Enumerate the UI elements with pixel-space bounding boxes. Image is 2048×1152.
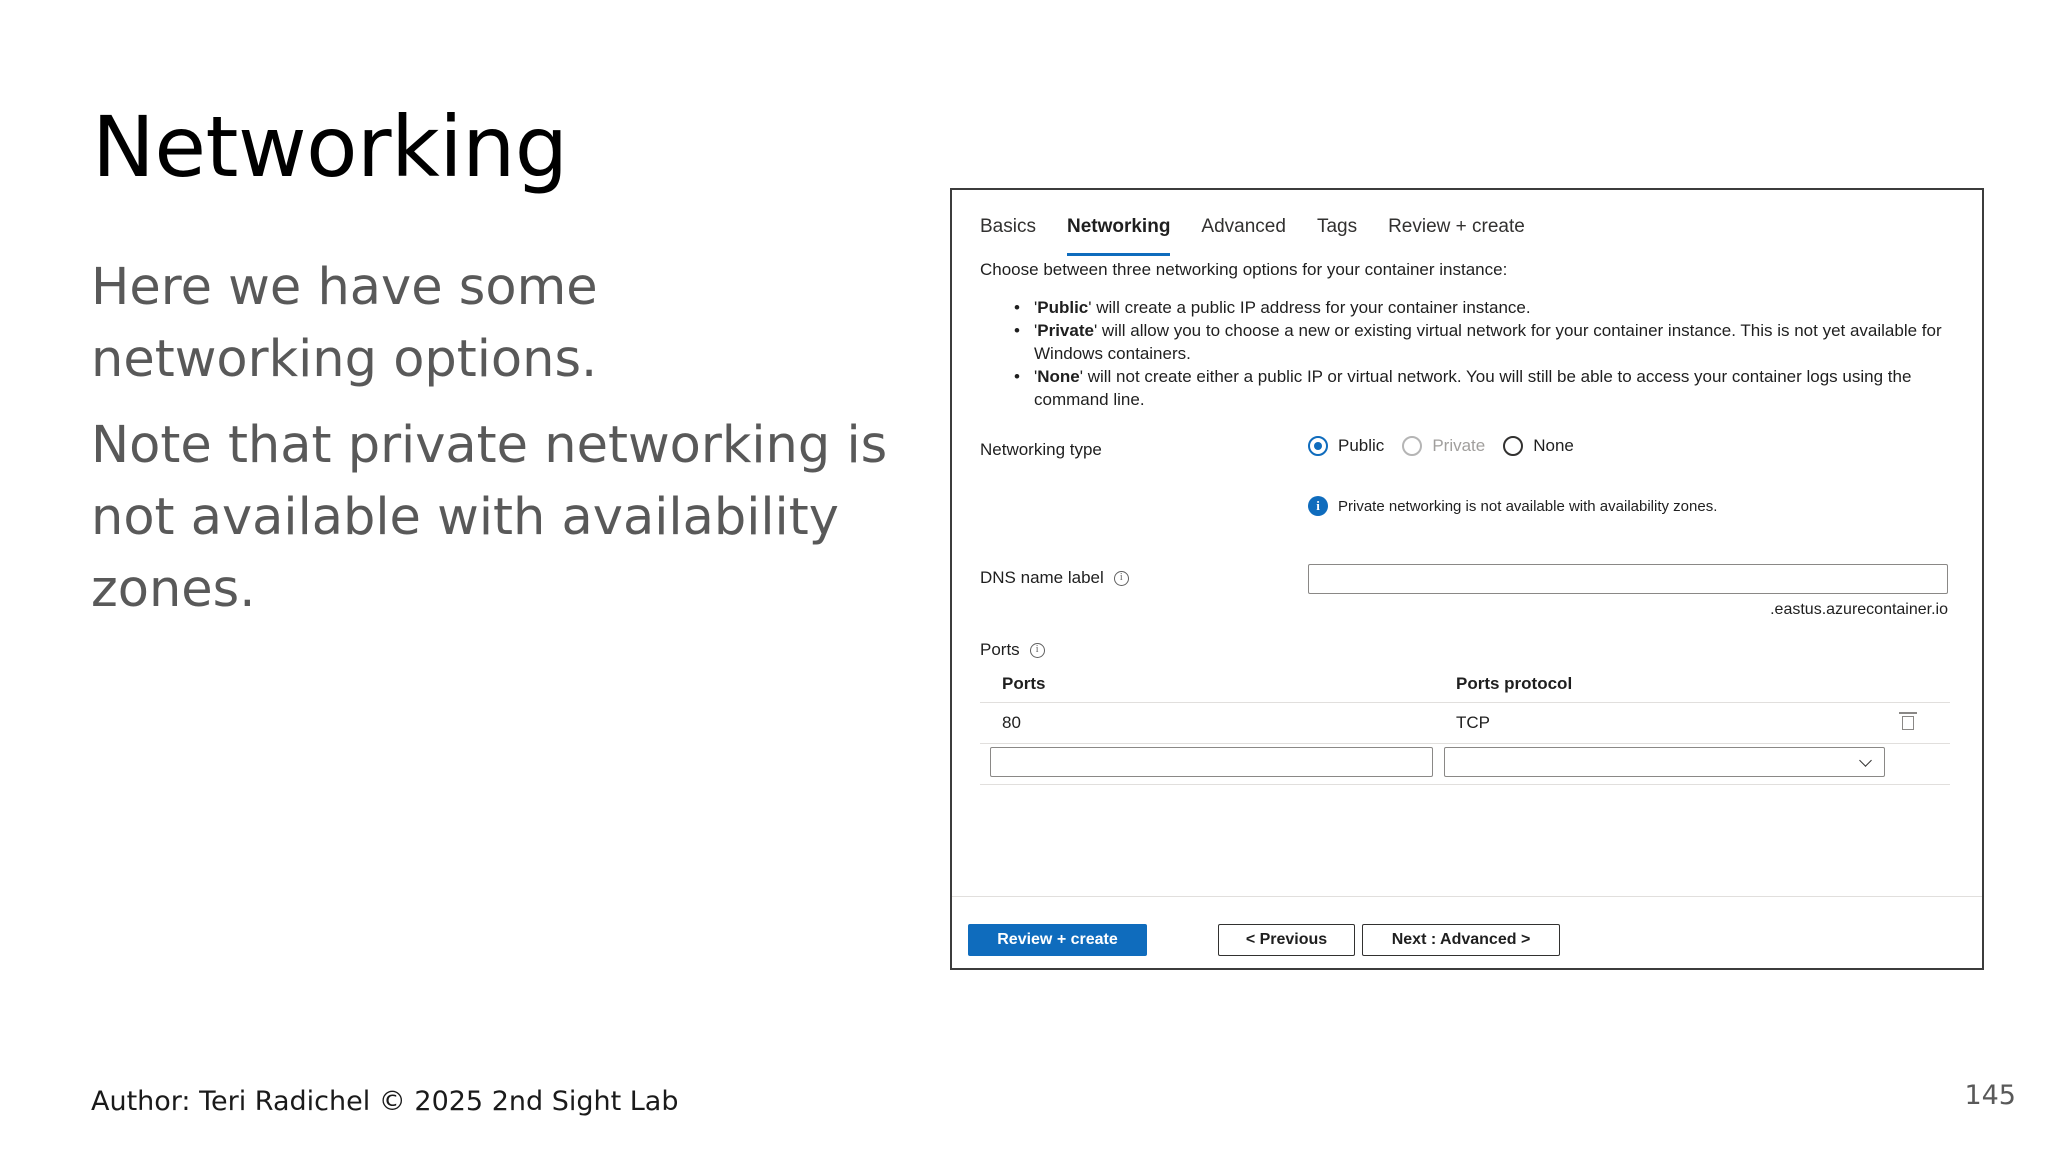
wizard-footer-divider	[952, 896, 1982, 897]
ports-label: Ports i	[980, 640, 1045, 660]
table-row: 80 TCP	[980, 703, 1950, 744]
info-icon[interactable]: i	[1029, 642, 1045, 658]
port-value: 80	[1002, 713, 1021, 732]
list-item: 'None' will not create either a public I…	[980, 365, 1970, 411]
radio-checked-icon	[1308, 436, 1328, 456]
next-advanced-button[interactable]: Next : Advanced >	[1362, 924, 1560, 956]
list-item: 'Private' will allow you to choose a new…	[980, 319, 1970, 365]
ports-table: Ports Ports protocol 80 TCP	[980, 666, 1950, 785]
trash-icon[interactable]	[1899, 712, 1917, 730]
notice-text: Private networking is not available with…	[1338, 497, 1718, 515]
info-icon: i	[1308, 496, 1328, 516]
dns-name-input[interactable]	[1308, 564, 1948, 594]
option-description: will create a public IP address for your…	[1091, 298, 1531, 317]
wizard-tabs: Basics Networking Advanced Tags Review +…	[980, 208, 1525, 256]
dns-label-text: DNS name label	[980, 568, 1104, 587]
previous-button[interactable]: < Previous	[1218, 924, 1355, 956]
dns-suffix: .eastus.azurecontainer.io	[1770, 601, 1948, 618]
option-description: will not create either a public IP or vi…	[1034, 367, 1912, 409]
new-port-input[interactable]	[990, 747, 1433, 777]
chevron-down-icon	[1859, 754, 1872, 767]
radio-public[interactable]: Public	[1308, 436, 1384, 456]
table-header-row: Ports Ports protocol	[980, 666, 1950, 703]
page-number: 145	[1964, 1080, 2016, 1111]
radio-label: Private	[1432, 436, 1486, 455]
option-term: Public	[1037, 298, 1089, 317]
option-term: Private	[1037, 321, 1094, 340]
radio-label: None	[1533, 436, 1574, 455]
tab-review-create[interactable]: Review + create	[1388, 208, 1525, 248]
networking-options-list: 'Public' will create a public IP address…	[980, 296, 1970, 411]
table-row-new	[980, 744, 1950, 785]
radio-none[interactable]: None	[1503, 436, 1574, 456]
networking-type-radio-group: Public Private None	[1308, 436, 1592, 456]
tab-advanced[interactable]: Advanced	[1201, 208, 1286, 248]
option-term: None	[1037, 367, 1080, 386]
slide-footer: Author: Teri Radichel © 2025 2nd Sight L…	[91, 1086, 679, 1117]
protocol-select[interactable]	[1444, 747, 1885, 777]
slide-body: Here we have some networking options. No…	[91, 252, 891, 640]
networking-type-label-text: Networking type	[980, 440, 1102, 459]
review-create-button[interactable]: Review + create	[968, 924, 1147, 956]
tab-basics[interactable]: Basics	[980, 208, 1036, 248]
option-description: will allow you to choose a new or existi…	[1034, 321, 1942, 363]
slide-paragraph: Note that private networking is not avai…	[91, 416, 888, 619]
slide-title: Networking	[92, 98, 568, 196]
tab-tags[interactable]: Tags	[1317, 208, 1357, 248]
ports-label-text: Ports	[980, 640, 1020, 659]
slide-paragraph: Here we have some networking options.	[91, 258, 598, 389]
info-icon[interactable]: i	[1113, 570, 1129, 586]
dns-name-label: DNS name label i	[980, 568, 1129, 588]
private-networking-notice: i Private networking is not available wi…	[1308, 496, 1717, 516]
networking-type-label: Networking type	[980, 440, 1102, 460]
azure-networking-screenshot: Basics Networking Advanced Tags Review +…	[950, 188, 1984, 970]
radio-private[interactable]: Private	[1402, 436, 1485, 456]
column-header: Ports	[1002, 674, 1046, 693]
radio-label: Public	[1338, 436, 1385, 455]
networking-intro: Choose between three networking options …	[980, 260, 1508, 279]
column-header: Ports protocol	[1456, 674, 1573, 693]
list-item: 'Public' will create a public IP address…	[980, 296, 1970, 319]
radio-unchecked-icon	[1503, 436, 1524, 456]
radio-unchecked-icon	[1402, 436, 1423, 456]
tab-networking[interactable]: Networking	[1066, 208, 1171, 256]
protocol-value: TCP	[1456, 713, 1490, 732]
